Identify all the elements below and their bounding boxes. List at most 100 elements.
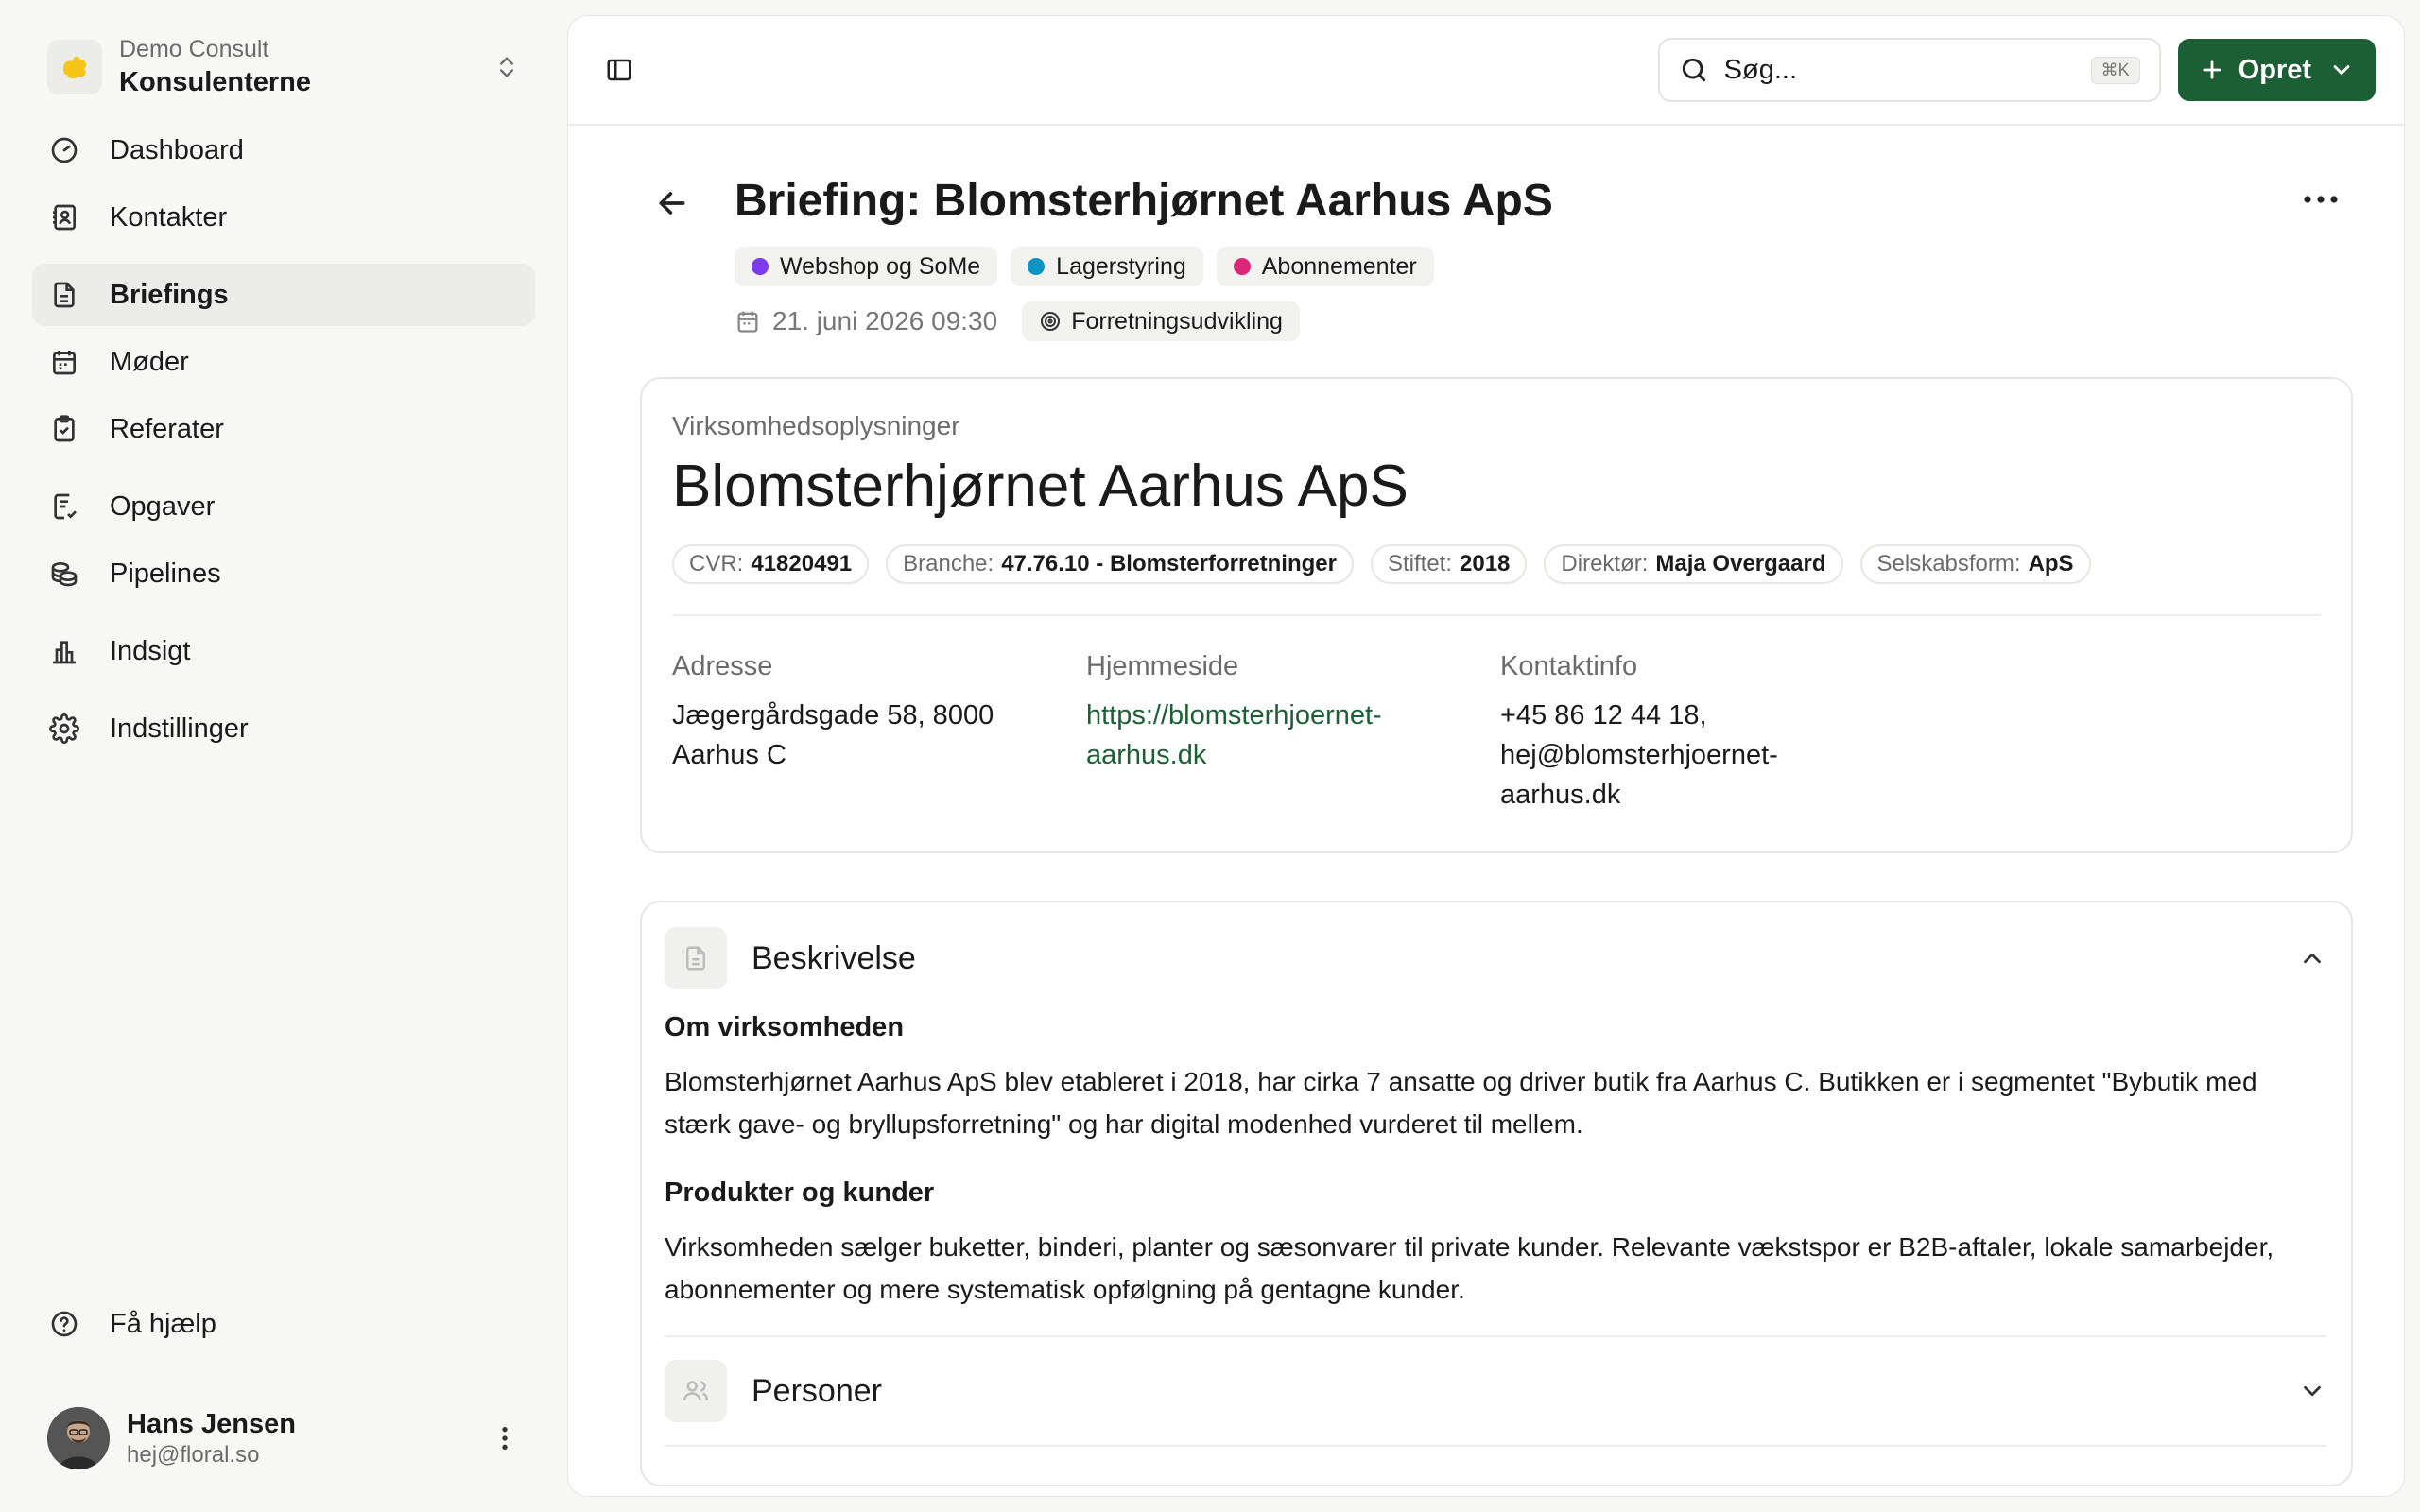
calendar-icon xyxy=(53,351,76,375)
category-badge[interactable]: Forretningsudvikling xyxy=(1022,301,1300,341)
workspace-logo-icon xyxy=(47,40,102,94)
fact-industry: Branche: 47.76.10 - Blomsterforretninger xyxy=(886,544,1354,584)
briefing-meta: 21. juni 2026 09:30 Forretningsudvikling xyxy=(735,301,1300,341)
coins-icon xyxy=(51,562,78,587)
about-text: Blomsterhjørnet Aarhus ApS blev etablere… xyxy=(665,1067,2257,1139)
chevron-down-icon xyxy=(2304,1385,2321,1397)
contact-value: +45 86 12 44 18, hej@blomsterhjoernet-aa… xyxy=(1500,700,1778,810)
tag-dot xyxy=(1233,258,1251,275)
tag-label: Abonnementer xyxy=(1261,252,1417,280)
search-placeholder: Søg... xyxy=(1723,54,1798,85)
nav-label: Indstillinger xyxy=(110,713,249,744)
fact-key: Stiftet: xyxy=(1387,551,1453,576)
fact-value: 2018 xyxy=(1460,551,1511,576)
create-button[interactable]: Opret xyxy=(2177,39,2376,101)
gear-icon xyxy=(49,713,79,744)
divider xyxy=(665,1335,2326,1337)
tag-abonnementer[interactable]: Abonnementer xyxy=(1216,247,1434,286)
arrow-left-icon[interactable] xyxy=(653,184,691,222)
fact-founded: Stiftet: 2018 xyxy=(1370,544,1528,584)
fact-key: Direktør: xyxy=(1561,551,1649,576)
nav-item-meetings[interactable]: Møder xyxy=(32,331,535,393)
file-text-icon xyxy=(665,927,727,989)
nav-label: Kontakter xyxy=(110,201,228,232)
nav-label: Møder xyxy=(110,346,189,377)
contact-book-icon xyxy=(53,204,76,231)
nav-label: Dashboard xyxy=(110,134,244,165)
accordion-description[interactable]: Beskrivelse xyxy=(665,925,2326,991)
website-block: Hjemmeside https://blomsterhjoernet-aarh… xyxy=(1086,646,1500,815)
accordion-title: Personer xyxy=(752,1372,882,1409)
tag-list: Webshop og SoMe Lagerstyring Abonnemente… xyxy=(735,247,1434,286)
main-panel: Søg... ⌘K Opret Briefing: Blomsterhjørne… xyxy=(567,15,2405,1497)
target-icon xyxy=(1041,312,1061,331)
chevron-updown-icon xyxy=(500,57,513,77)
contact-block: Kontaktinfo +45 86 12 44 18, hej@blomste… xyxy=(1500,646,1812,815)
fact-value: 41820491 xyxy=(751,551,853,576)
nav-item-tasks[interactable]: Opgaver xyxy=(32,475,535,538)
calendar-icon xyxy=(737,311,758,333)
nav-label: Opgaver xyxy=(110,490,216,522)
fact-cvr: CVR: 41820491 xyxy=(672,544,870,584)
company-card: Virksomhedsoplysninger Blomsterhjørnet A… xyxy=(640,377,2353,853)
briefing-header: Briefing: Blomsterhjørnet Aarhus ApS Web… xyxy=(640,126,2353,377)
more-horizontal-icon[interactable] xyxy=(2298,177,2343,222)
users-icon xyxy=(665,1360,727,1422)
more-vertical-icon[interactable] xyxy=(490,1423,520,1453)
chevron-up-icon xyxy=(2304,953,2321,964)
create-label: Opret xyxy=(2238,54,2311,85)
nav-item-insights[interactable]: Indsigt xyxy=(32,620,535,682)
company-section-label: Virksomhedsoplysninger xyxy=(672,411,960,440)
user-menu[interactable]: Hans Jensen hej@floral.so xyxy=(32,1393,535,1484)
accordion-persons[interactable]: Personer xyxy=(665,1358,2326,1424)
topbar: Søg... ⌘K Opret xyxy=(568,16,2404,126)
chevron-down-icon xyxy=(2333,65,2350,75)
tag-lagerstyring[interactable]: Lagerstyring xyxy=(1011,247,1203,286)
clipboard-check-icon xyxy=(54,415,75,442)
document-icon xyxy=(54,282,75,308)
nav-item-dashboard[interactable]: Dashboard xyxy=(32,119,535,181)
tag-dot xyxy=(1028,258,1046,275)
tag-webshop[interactable]: Webshop og SoMe xyxy=(735,247,998,286)
tag-dot xyxy=(752,258,769,275)
contact-label: Kontaktinfo xyxy=(1500,651,1638,681)
fact-company-type: Selskabsform: ApS xyxy=(1859,544,2091,584)
company-facts: CVR: 41820491 Branche: 47.76.10 - Blomst… xyxy=(672,544,2321,584)
nav-item-help[interactable]: Få hjælp xyxy=(32,1293,535,1355)
address-block: Adresse Jægergårdsgade 58, 8000 Aarhus C xyxy=(672,646,1086,815)
fact-value: ApS xyxy=(2028,551,2074,576)
nav-item-minutes[interactable]: Referater xyxy=(32,398,535,460)
fact-director: Direktør: Maja Overgaard xyxy=(1544,544,1843,584)
nav-label: Referater xyxy=(110,413,224,444)
workspace-switcher[interactable]: Demo Consult Konsulenterne xyxy=(32,28,535,106)
workspace-name: Konsulenterne xyxy=(119,67,312,97)
address-label: Adresse xyxy=(672,651,773,681)
fact-key: Branche: xyxy=(903,551,994,576)
user-email: hej@floral.so xyxy=(127,1442,260,1468)
user-name: Hans Jensen xyxy=(127,1409,296,1439)
nav-item-pipelines[interactable]: Pipelines xyxy=(32,542,535,605)
nav-label: Få hjælp xyxy=(110,1308,216,1339)
panel-left-icon xyxy=(607,59,631,81)
help-circle-icon xyxy=(51,1311,78,1337)
divider xyxy=(672,614,2321,616)
nav-item-briefings[interactable]: Briefings xyxy=(32,264,535,326)
search-input[interactable]: Søg... ⌘K xyxy=(1657,38,2161,102)
sidebar: Demo Consult Konsulenterne Dashboard Kon… xyxy=(0,0,567,1512)
nav-label: Briefings xyxy=(110,279,229,310)
website-link[interactable]: https://blomsterhjoernet-aarhus.dk xyxy=(1086,700,1382,770)
sidebar-toggle-button[interactable] xyxy=(596,47,642,93)
products-heading: Produkter og kunder xyxy=(665,1177,935,1208)
about-heading: Om virksomheden xyxy=(665,1012,905,1042)
products-text: Virksomheden sælger buketter, binderi, p… xyxy=(665,1232,2274,1304)
nav-label: Pipelines xyxy=(110,558,221,589)
nav-item-settings[interactable]: Indstillinger xyxy=(32,697,535,760)
description-card: Beskrivelse Om virksomheden Blomsterhjør… xyxy=(640,901,2353,1486)
fact-key: CVR: xyxy=(689,551,744,576)
bar-chart-icon xyxy=(53,641,76,664)
gauge-icon xyxy=(51,137,78,163)
nav-item-contacts[interactable]: Kontakter xyxy=(32,186,535,249)
accordion-title: Beskrivelse xyxy=(752,939,916,976)
nav-label: Indsigt xyxy=(110,635,191,666)
page-title: Briefing: Blomsterhjørnet Aarhus ApS xyxy=(735,176,1553,226)
